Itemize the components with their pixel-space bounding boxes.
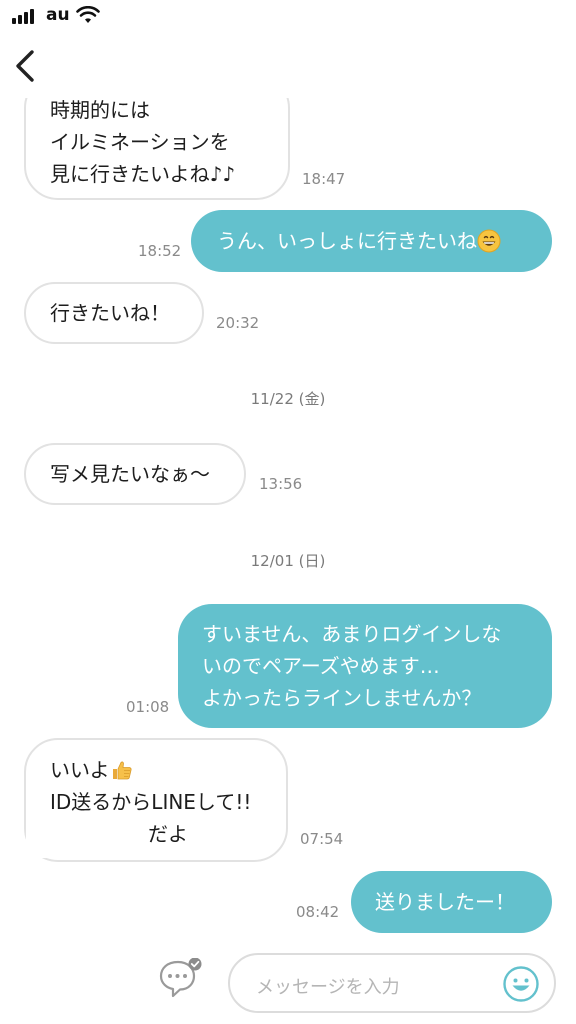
message-input-bar: メッセージを入力	[0, 940, 576, 1024]
date-separator: 12/01 (日)	[250, 552, 326, 570]
message-bubble-outgoing: うん、いっしょに行きたいね	[191, 210, 552, 272]
message-text: 行きたいね！	[50, 301, 170, 325]
message-time: 18:52	[138, 242, 182, 260]
emoji-icon[interactable]	[502, 965, 540, 1003]
message-input[interactable]: メッセージを入力	[228, 953, 556, 1013]
chat-area[interactable]: 時期的には イルミネーションを 見に行きたいよね♪♪ 18:47 18:52 う…	[0, 0, 576, 1024]
message-bubble-outgoing: すいません、あまりログインしな いのでペアーズやめます… よかったらラインしませ…	[178, 604, 552, 728]
back-chevron-icon[interactable]	[8, 44, 48, 88]
thumbs-up-icon	[112, 761, 132, 780]
message-text: よかったらラインしませんか？	[202, 686, 482, 710]
message-bubble-incoming: 写メ見たいなぁ〜	[24, 443, 246, 505]
grinning-face-icon	[477, 229, 501, 253]
message-time: 20:32	[216, 314, 260, 332]
message-time: 18:47	[302, 170, 346, 188]
message-text: 時期的には	[50, 98, 150, 122]
message-time: 01:08	[126, 698, 170, 716]
redaction-block	[26, 812, 148, 858]
message-text: いのでペアーズやめます…	[202, 654, 440, 678]
message-time: 07:54	[300, 830, 344, 848]
message-text: 見に行きたいよね♪♪	[50, 162, 236, 186]
message-text: 写メ見たいなぁ〜	[50, 462, 210, 486]
nav-bar	[0, 34, 576, 98]
message-bubble-incoming: 行きたいね！	[24, 282, 204, 344]
message-bubble-outgoing: 送りましたー！	[351, 871, 552, 933]
message-text: いいよ	[50, 758, 110, 782]
message-text: イルミネーションを	[50, 130, 230, 154]
message-text: 送りましたー！	[375, 890, 515, 914]
date-separator: 11/22 (金)	[250, 390, 326, 408]
message-text: うん、いっしょに行きたいね	[217, 229, 477, 253]
message-time: 13:56	[259, 475, 303, 493]
template-message-icon[interactable]	[158, 958, 204, 998]
message-input-placeholder: メッセージを入力	[256, 977, 400, 998]
message-time: 08:42	[296, 903, 340, 921]
message-text: すいません、あまりログインしな	[202, 622, 502, 646]
message-bubble-incoming: いいよ ID送るからLINEして!! だよ	[24, 738, 288, 862]
